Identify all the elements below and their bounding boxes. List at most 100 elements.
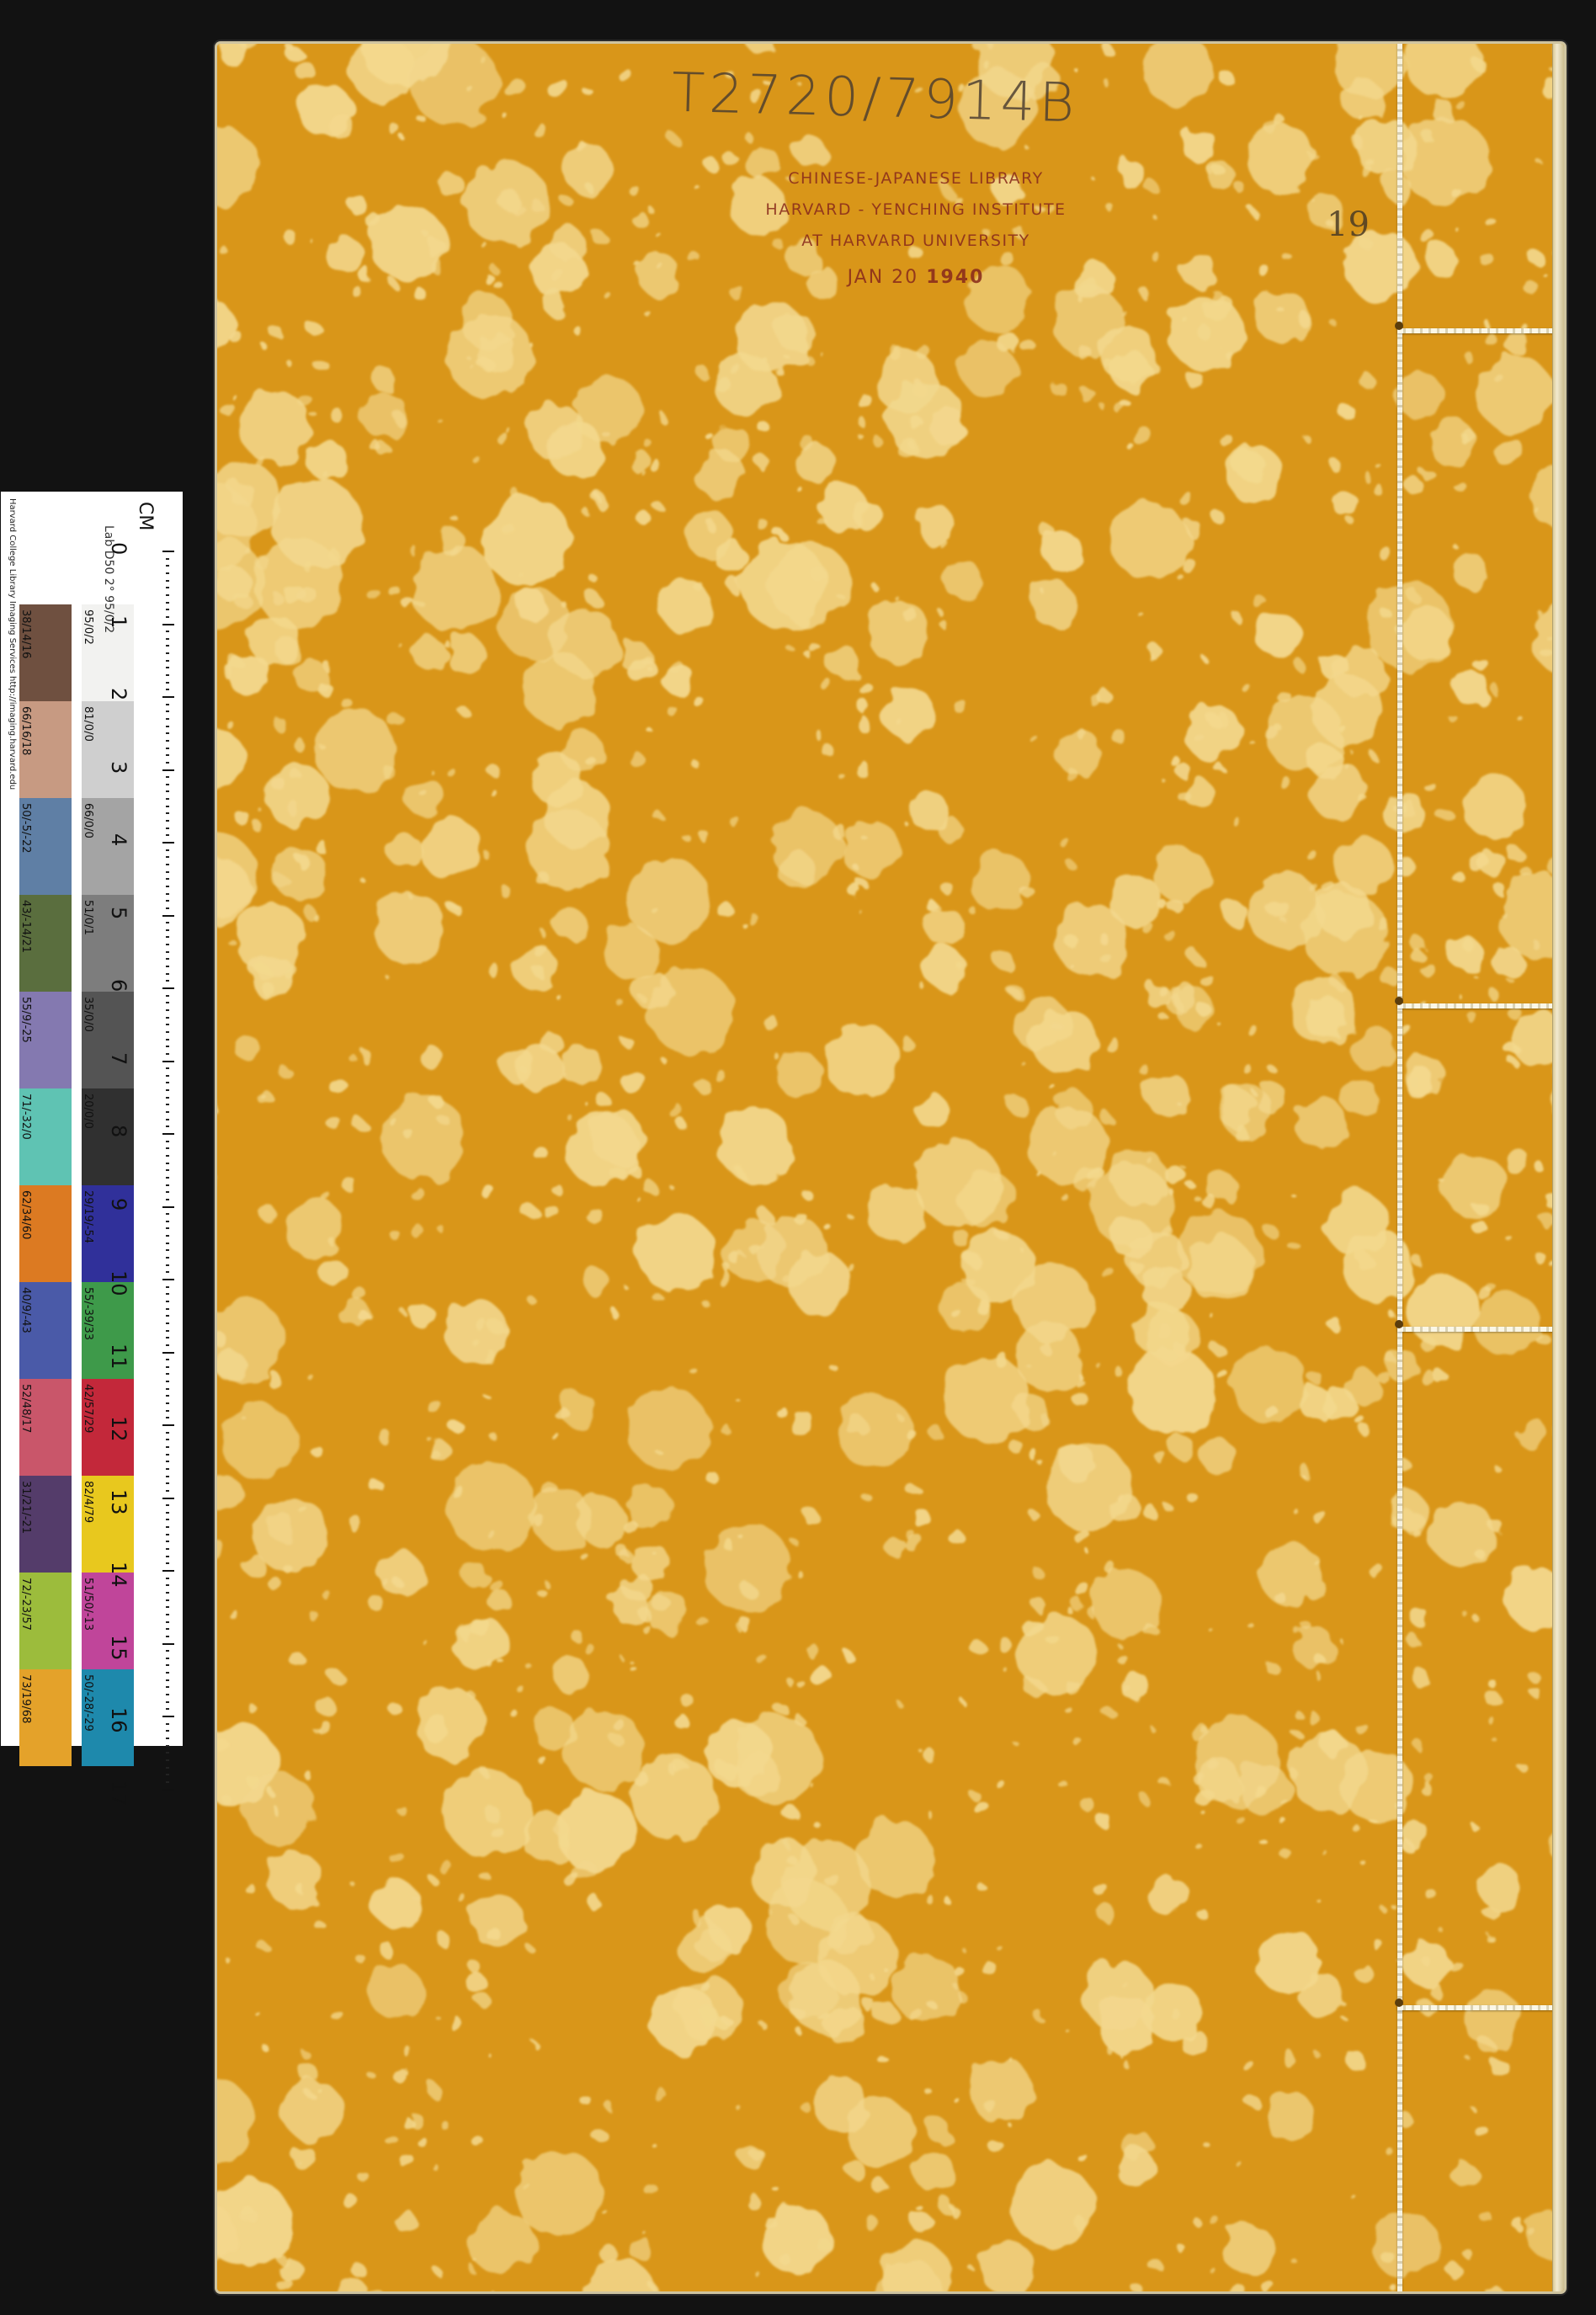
ruler-minor-tick — [166, 1140, 169, 1142]
cover-dot — [971, 1640, 986, 1656]
cover-dot — [700, 832, 710, 843]
cover-spot — [800, 1505, 817, 1522]
cover-dot — [429, 1094, 443, 1107]
cover-dot — [1146, 1157, 1153, 1164]
ruler-minor-tick — [166, 1024, 169, 1026]
cover-dot — [775, 2189, 782, 2195]
ruler-minor-tick — [166, 1402, 169, 1405]
cover-dot — [1486, 1934, 1495, 1943]
ruler-minor-tick — [166, 1329, 169, 1332]
cover-spot — [704, 1524, 793, 1613]
cover-dot — [1424, 133, 1438, 146]
cover-dot — [679, 830, 688, 838]
cover-dot — [1104, 1562, 1117, 1575]
cover-dot — [562, 197, 573, 207]
cover-dot — [1021, 1062, 1026, 1067]
cover-dot — [1409, 935, 1424, 950]
calibration-patch: 35/0/0 — [82, 992, 134, 1088]
cover-dot — [532, 123, 547, 138]
cover-dot — [295, 854, 309, 867]
cover-dot — [1543, 274, 1548, 278]
cover-spot — [598, 2244, 618, 2263]
patch-label: 73/19/68 — [19, 1674, 32, 1724]
ruler-major-tick — [162, 1205, 174, 1208]
cover-dot — [1375, 1369, 1388, 1382]
cover-dot — [1104, 1707, 1115, 1719]
cover-spot — [837, 1394, 912, 1470]
cover-dot — [475, 1992, 490, 2007]
cover-dot — [1027, 732, 1036, 741]
ruler-minor-tick — [166, 827, 169, 829]
cover-dot — [655, 2089, 668, 2104]
cover-spot — [368, 1964, 423, 2020]
cover-dot — [1342, 728, 1349, 736]
cover-dot — [529, 199, 542, 211]
ruler-minor-tick — [166, 834, 169, 837]
ruler-minor-tick — [166, 1002, 169, 1004]
cover-dot — [960, 1700, 966, 1706]
cover-dot — [553, 992, 559, 998]
ruler-minor-tick — [166, 870, 169, 873]
cover-dot — [731, 365, 742, 376]
cover-spot — [222, 1404, 297, 1480]
cover-dot — [314, 839, 327, 854]
cover-spot — [1480, 2039, 1495, 2054]
cover-dot — [705, 1302, 712, 1311]
cover-dot — [792, 1211, 806, 1224]
cover-spot — [374, 891, 447, 966]
ruler-minor-tick — [166, 703, 169, 705]
cover-spot — [450, 1421, 465, 1435]
imaging-credit-text: Harvard College Library Imaging Services… — [8, 498, 17, 790]
cover-dot — [622, 1037, 634, 1049]
ruler-minor-tick — [166, 1030, 169, 1033]
cover-spot — [911, 2211, 933, 2233]
ruler-minor-tick — [166, 1555, 169, 1557]
cover-spot — [535, 1148, 551, 1163]
cover-dot — [1277, 774, 1290, 787]
cover-dot — [482, 1392, 488, 1397]
cover-dot — [1087, 1551, 1093, 1557]
cover-spot — [1475, 1291, 1541, 1359]
cover-spot — [1183, 128, 1218, 163]
ruler-minor-tick — [166, 966, 169, 968]
ruler-minor-tick — [166, 892, 169, 895]
cover-dot — [1073, 1376, 1083, 1386]
cover-dot — [255, 556, 270, 571]
cover-dot — [1422, 964, 1437, 979]
cover-dot — [1483, 333, 1497, 345]
cover-dot — [1473, 1221, 1488, 1236]
cover-dot — [928, 1426, 944, 1440]
cover-dot — [1074, 1371, 1080, 1377]
cover-spot — [447, 313, 534, 400]
cover-spot — [716, 902, 733, 918]
ruler-minor-tick — [166, 856, 169, 859]
cover-dot — [1050, 1149, 1056, 1154]
cover-dot — [1117, 1653, 1128, 1664]
cover-dot — [481, 1769, 491, 1778]
cover-dot — [639, 994, 646, 1002]
cover-spot — [1289, 1733, 1368, 1812]
cover-dot — [522, 2183, 531, 2191]
cover-dot — [1146, 181, 1159, 194]
cover-dot — [1204, 1195, 1219, 1211]
cover-dot — [656, 1450, 662, 1456]
cover-spot — [968, 2057, 1034, 2123]
cover-dot — [1157, 1269, 1165, 1277]
patch-label: 62/34/60 — [19, 1190, 32, 1240]
cover-spot — [1406, 1273, 1478, 1346]
cover-dot — [1254, 1786, 1269, 1801]
cover-spot — [685, 510, 733, 558]
cover-spot — [319, 1259, 348, 1287]
ruler-number: 6 — [107, 979, 130, 993]
calibration-patch: 73/19/68 — [19, 1669, 72, 1766]
cover-dot — [1068, 863, 1078, 872]
cover-spot — [513, 2148, 602, 2237]
patch-label: 35/0/0 — [82, 997, 94, 1032]
ruler-minor-tick — [166, 958, 169, 961]
cover-spot — [471, 1894, 524, 1948]
ruler-major-tick — [162, 1351, 174, 1354]
cover-spot — [521, 652, 595, 726]
cover-dot — [1239, 681, 1248, 690]
ruler-minor-tick — [166, 1008, 169, 1011]
cover-dot — [1389, 1312, 1396, 1319]
